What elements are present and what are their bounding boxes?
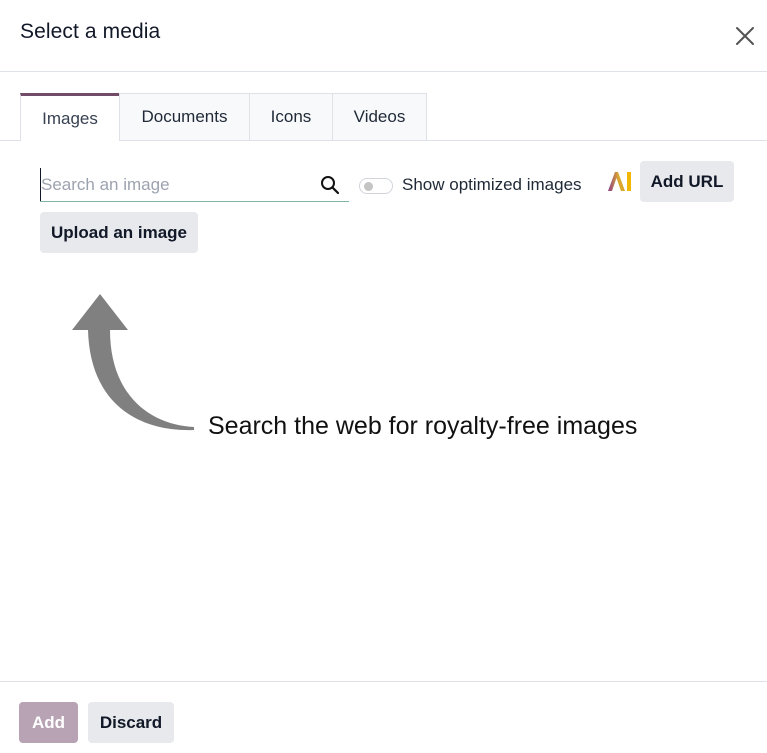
hint-text: Search the web for royalty-free images [208,412,638,440]
search-field [40,168,349,202]
upload-image-button[interactable]: Upload an image [40,212,198,253]
ai-button[interactable] [606,170,634,192]
search-input[interactable] [40,168,311,201]
close-icon [736,27,754,45]
toggle-knob [364,182,373,191]
dialog-header: Select a media [0,0,767,72]
optimized-images-toggle[interactable] [359,178,393,194]
dialog-title: Select a media [20,20,161,43]
optimized-images-label[interactable]: Show optimized images [402,175,582,195]
tab-images[interactable]: Images [20,93,120,141]
hint-arrow [70,290,200,440]
tab-documents[interactable]: Documents [119,93,250,140]
curved-arrow-icon [72,294,194,431]
discard-button[interactable]: Discard [88,702,174,743]
media-tabs: Images Documents Icons Videos [0,93,767,141]
dialog-footer: Add Discard [0,681,767,753]
add-url-button[interactable]: Add URL [640,161,734,202]
search-button[interactable] [320,175,340,195]
tab-videos[interactable]: Videos [332,93,427,140]
search-icon [321,176,340,195]
close-button[interactable] [733,24,757,48]
media-dialog: Select a media Images Documents Icons Vi… [0,0,767,753]
add-button[interactable]: Add [19,702,78,743]
ai-icon [608,172,631,191]
tab-icons[interactable]: Icons [249,93,333,140]
